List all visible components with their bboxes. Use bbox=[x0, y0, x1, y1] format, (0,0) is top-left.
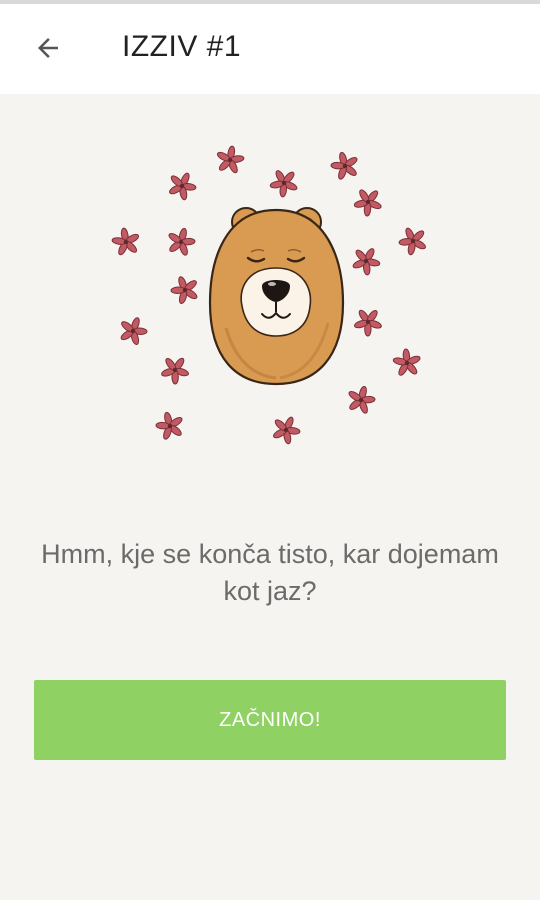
back-button[interactable] bbox=[20, 24, 76, 72]
start-button[interactable]: ZAČNIMO! bbox=[34, 680, 506, 760]
bear-face bbox=[208, 207, 345, 386]
bear-illustration bbox=[96, 128, 444, 458]
challenge-question: Hmm, kje se konča tisto, kar dojemam kot… bbox=[41, 539, 499, 606]
arrow-left-icon bbox=[38, 38, 58, 58]
start-button-label: ZAČNIMO! bbox=[219, 708, 321, 731]
page-title: IZZIV #1 bbox=[122, 30, 242, 63]
app-bar: IZZIV #1 bbox=[0, 4, 540, 94]
challenge-screen: IZZIV #1 Hmm, kje se konča tisto, kar do… bbox=[0, 0, 540, 900]
